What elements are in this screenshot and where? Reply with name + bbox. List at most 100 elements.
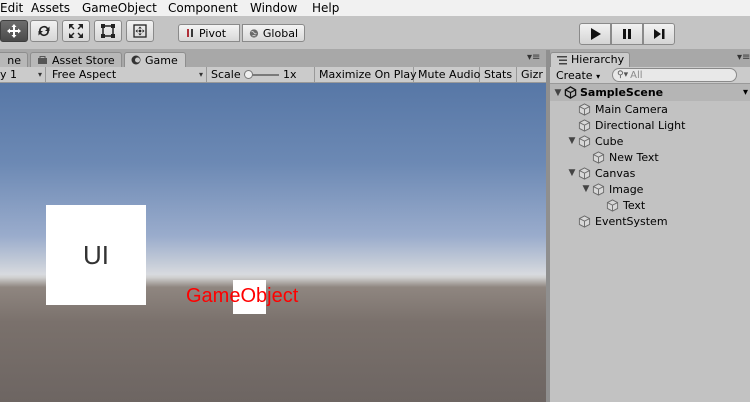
game-view-viewport[interactable]: UI GameObject	[0, 83, 546, 402]
ui-panel: UI	[46, 205, 146, 305]
tab-asset-store[interactable]: Asset Store	[30, 52, 122, 67]
global-toggle[interactable]: Global	[242, 24, 305, 42]
step-icon	[654, 29, 665, 39]
tab-hierarchy-label: Hierarchy	[571, 53, 625, 66]
create-label: Create	[556, 69, 593, 82]
cube-icon	[578, 214, 591, 228]
mute-audio-toggle[interactable]: Mute Audio	[414, 67, 480, 83]
hierarchy-item-label: Canvas	[595, 166, 636, 180]
hierarchy-item-label: EventSystem	[595, 214, 668, 228]
search-placeholder: All	[630, 69, 643, 81]
hierarchy-item-label: Directional Light	[595, 118, 686, 132]
menu-assets[interactable]: Assets	[31, 0, 70, 16]
cube-icon	[606, 198, 619, 212]
tab-hierarchy[interactable]: Hierarchy	[550, 52, 630, 67]
hierarchy-item[interactable]: Directional Light	[566, 117, 685, 133]
cube-icon	[578, 166, 591, 180]
search-icon: ⚲▾	[617, 70, 629, 80]
menu-edit[interactable]: Edit	[0, 0, 23, 16]
gizmos-dropdown[interactable]: Gizr	[517, 67, 546, 83]
menu-component[interactable]: Component	[168, 0, 238, 16]
hierarchy-item-label: Main Camera	[595, 102, 668, 116]
stats-label: Stats	[484, 68, 513, 81]
gizmos-label: Gizr	[521, 68, 543, 81]
dropdown-arrow-icon: ▾	[198, 70, 203, 79]
cube-icon	[592, 150, 605, 164]
transform-tool-icon	[133, 24, 147, 38]
menu-help[interactable]: Help	[312, 0, 339, 16]
hierarchy-menu-icon[interactable]: ▾≡	[737, 52, 750, 63]
move-tool-button[interactable]	[0, 20, 28, 42]
tab-asset-store-label: Asset Store	[52, 53, 115, 67]
pivot-icon	[187, 29, 193, 37]
scale-control: Scale 1x	[207, 67, 315, 83]
tab-scene-label: ne	[7, 53, 21, 67]
scene-menu-icon[interactable]: ▾	[743, 87, 748, 98]
menu-gameobject[interactable]: GameObject	[82, 0, 157, 16]
hierarchy-item-label: New Text	[609, 150, 659, 164]
hierarchy-item[interactable]: ▼ Image	[580, 181, 644, 197]
game-icon	[131, 55, 141, 65]
store-icon	[38, 56, 47, 64]
move-icon	[7, 24, 21, 38]
dropdown-arrow-icon: ▾	[596, 72, 601, 81]
view-tab-bar: ne Asset Store Game ▾≡	[0, 50, 546, 67]
hierarchy-tab-bar: Hierarchy ▾≡	[550, 50, 750, 67]
step-button[interactable]	[643, 23, 675, 45]
collapse-arrow-icon[interactable]: ▼	[552, 88, 564, 98]
expand-arrow-icon[interactable]: ▼	[566, 168, 578, 178]
hierarchy-item[interactable]: ▼ Cube	[566, 133, 624, 149]
panel-menu-icon[interactable]: ▾≡	[527, 52, 540, 63]
tab-scene[interactable]: ne	[0, 52, 28, 67]
display-label: y 1	[0, 68, 18, 81]
hierarchy-panel: ▼ SampleScene ▾ Main Camera Directional L…	[550, 84, 750, 402]
pivot-toggle[interactable]: Pivot	[178, 24, 240, 42]
create-dropdown[interactable]: Create ▾	[556, 68, 600, 83]
pause-icon	[623, 29, 631, 39]
hierarchy-item[interactable]: ▼ Canvas	[566, 165, 636, 181]
hierarchy-item-label: Text	[623, 198, 646, 212]
display-dropdown[interactable]: y 1 ▾	[0, 67, 46, 83]
gameobject-text-label: GameObject	[186, 285, 299, 307]
hierarchy-item[interactable]: EventSystem	[566, 213, 668, 229]
play-button[interactable]	[579, 23, 611, 45]
aspect-dropdown[interactable]: Free Aspect ▾	[46, 67, 207, 83]
dropdown-arrow-icon: ▾	[37, 70, 42, 79]
scene-row[interactable]: ▼ SampleScene ▾	[550, 84, 750, 101]
rect-tool-button[interactable]	[94, 20, 122, 42]
hierarchy-item-label: Image	[609, 182, 644, 196]
expand-arrow-icon[interactable]: ▼	[580, 184, 592, 194]
main-toolbar: Pivot Global	[0, 16, 750, 50]
cube-icon	[578, 102, 591, 116]
hierarchy-item[interactable]: New Text	[580, 149, 659, 165]
maximize-on-play-toggle[interactable]: Maximize On Play	[315, 67, 417, 83]
menu-window[interactable]: Window	[250, 0, 297, 16]
expand-arrow-icon[interactable]: ▼	[566, 136, 578, 146]
rotate-icon	[38, 26, 50, 36]
list-icon	[557, 55, 567, 64]
menu-bar: Edit Assets GameObject Component Window …	[0, 0, 750, 16]
scale-value: 1x	[283, 68, 297, 81]
scale-slider-thumb[interactable]	[244, 70, 253, 79]
scene-name: SampleScene	[580, 86, 664, 99]
scale-icon	[69, 24, 83, 38]
stats-toggle[interactable]: Stats	[480, 67, 517, 83]
cube-icon	[578, 118, 591, 132]
ui-panel-text: UI	[83, 239, 109, 270]
unity-logo-icon	[564, 86, 577, 99]
tab-game-label: Game	[145, 53, 178, 67]
global-label: Global	[262, 26, 298, 40]
hierarchy-item[interactable]: Main Camera	[566, 101, 668, 117]
rotate-tool-button[interactable]	[30, 20, 58, 42]
transform-tool-button[interactable]	[126, 20, 154, 42]
scale-tool-button[interactable]	[62, 20, 90, 42]
pivot-label: Pivot	[199, 26, 227, 40]
cube-icon	[592, 182, 605, 196]
scale-label: Scale	[211, 68, 241, 81]
play-icon	[591, 28, 601, 40]
mute-label: Mute Audio	[418, 68, 481, 81]
hierarchy-search-input[interactable]: ⚲▾ All	[612, 68, 737, 82]
tab-game[interactable]: Game	[124, 52, 186, 67]
pause-button[interactable]	[611, 23, 643, 45]
hierarchy-item[interactable]: Text	[594, 197, 645, 213]
